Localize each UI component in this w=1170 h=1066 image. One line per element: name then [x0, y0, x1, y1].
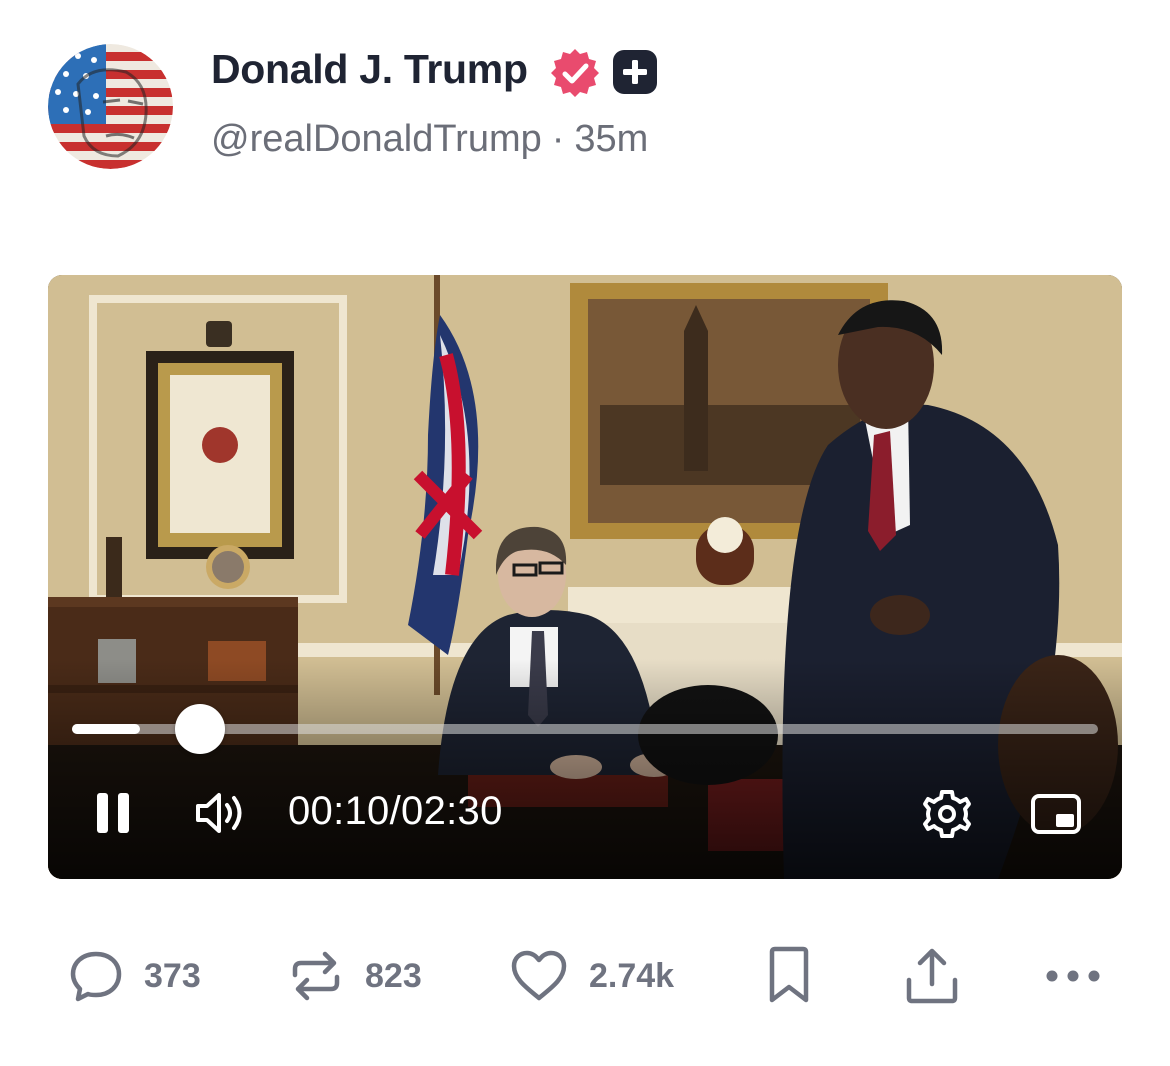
plus-badge-icon	[612, 49, 658, 95]
settings-button[interactable]	[922, 789, 972, 844]
gear-icon	[923, 790, 971, 838]
like-count: 2.74k	[589, 956, 675, 995]
progress-scrubber[interactable]	[175, 704, 225, 754]
more-icon	[1046, 970, 1100, 982]
pause-icon	[97, 793, 129, 833]
more-button[interactable]	[1044, 945, 1104, 1007]
time-separator: /	[389, 789, 402, 833]
volume-icon	[196, 793, 242, 833]
time-readout: 00:10/02:30	[288, 789, 503, 834]
duration: 02:30	[401, 789, 503, 833]
bookmark-button[interactable]	[765, 945, 813, 1007]
picture-in-picture-icon	[1031, 794, 1081, 834]
reply-button[interactable]: 373	[68, 945, 201, 1007]
repost-button[interactable]: 823	[287, 945, 422, 1007]
handle[interactable]: @realDonaldTrump	[211, 118, 542, 160]
comment-icon	[70, 951, 122, 1002]
display-name[interactable]: Donald J. Trump	[211, 46, 528, 93]
controls-gradient	[48, 659, 1122, 879]
current-time: 00:10	[288, 789, 390, 833]
handle-row: @realDonaldTrump · 35m	[211, 118, 648, 161]
heart-icon	[511, 950, 567, 1001]
like-button[interactable]: 2.74k	[509, 945, 674, 1007]
volume-button[interactable]	[194, 789, 250, 842]
repost-count: 823	[365, 956, 422, 995]
progress-fill	[72, 724, 140, 734]
progress-track[interactable]	[72, 724, 1098, 734]
pause-button[interactable]	[94, 791, 134, 840]
video-player[interactable]: 00:10/02:30	[48, 275, 1122, 879]
share-button[interactable]	[902, 945, 962, 1007]
share-icon	[906, 948, 958, 1004]
timestamp[interactable]: 35m	[574, 118, 648, 160]
pip-button[interactable]	[1030, 793, 1082, 840]
avatar[interactable]	[48, 44, 173, 169]
separator: ·	[551, 118, 565, 160]
bookmark-icon	[769, 946, 809, 1003]
repost-icon	[292, 951, 340, 1001]
verified-badge-icon	[549, 47, 601, 99]
reply-count: 373	[144, 956, 201, 995]
